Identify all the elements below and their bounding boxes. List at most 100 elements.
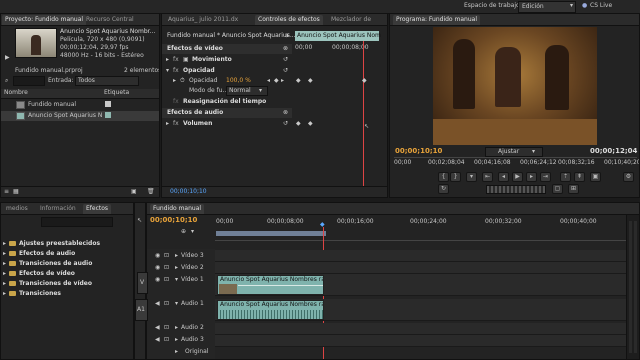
reset-icon[interactable]: ↺ xyxy=(283,120,288,128)
speaker-icon[interactable]: ◀ xyxy=(155,324,160,332)
opacity-rubberband[interactable] xyxy=(238,285,323,286)
reset-icon[interactable]: ↺ xyxy=(283,67,288,75)
collapse-icon[interactable]: ⊗ xyxy=(283,45,288,53)
expand-triangle-icon[interactable]: ▸ xyxy=(3,270,6,278)
tab-media[interactable]: medios xyxy=(3,204,31,214)
effects-folder[interactable]: ▸ Transiciones de vídeo xyxy=(1,279,133,289)
list-item[interactable]: Anuncio Spot Aquarius N xyxy=(1,111,159,121)
output-icon[interactable]: ⊞ xyxy=(568,184,579,194)
lift-icon[interactable]: ⇡ xyxy=(560,172,571,182)
timeline-arrow-icon[interactable]: ⏵ xyxy=(286,32,289,40)
ec-opacidad-prop-row[interactable]: ▸ ⏱ Opacidad 100,0 % ◂ ◆ ▸ ◆ ◆ ◆ xyxy=(162,76,387,86)
ec-timecode[interactable]: 00;00;10;10 xyxy=(170,188,207,196)
go-out-icon[interactable]: ⇥ xyxy=(540,172,551,182)
tab-effect-controls[interactable]: Controles de efectos xyxy=(255,15,323,25)
speaker-icon[interactable]: ◀ xyxy=(155,336,160,344)
fx-toggle-icon[interactable]: fx xyxy=(173,98,179,106)
marker-icon[interactable]: ▾ xyxy=(466,172,477,182)
ec-volumen-row[interactable]: ▸ fx Volumen ↺ ◆ ◆ xyxy=(162,119,387,129)
list-item[interactable]: Fundido manual xyxy=(1,100,159,110)
eye-icon[interactable]: ◉ xyxy=(155,276,160,284)
effects-folder[interactable]: ▸ Transiciones de audio xyxy=(1,259,133,269)
icon-view-icon[interactable]: ▦ xyxy=(13,188,19,196)
lock-icon[interactable]: ⊡ xyxy=(164,324,169,332)
keyframe-icon[interactable]: ◆ xyxy=(296,77,301,85)
trash-icon[interactable]: 🗑 xyxy=(147,188,155,196)
column-label[interactable]: Etiqueta xyxy=(104,89,129,97)
expand-triangle-icon[interactable]: ▸ xyxy=(3,250,6,258)
effects-folder[interactable]: ▸ Transiciones xyxy=(1,289,133,299)
eye-icon[interactable]: ◉ xyxy=(155,264,160,272)
jog-shuttle[interactable] xyxy=(486,185,546,194)
keyframe-icon[interactable]: ◆ xyxy=(296,120,301,128)
fit-select[interactable]: Ajustar ▾ xyxy=(485,147,543,157)
effects-search-input[interactable] xyxy=(41,217,113,227)
fx-toggle-icon[interactable]: fx xyxy=(173,56,179,64)
selection-tool-icon[interactable]: ↖ xyxy=(137,217,142,225)
export-frame-icon[interactable]: ▣ xyxy=(590,172,601,182)
opacidad-value[interactable]: 100,0 % xyxy=(226,77,251,85)
track-header-video1[interactable]: ◉ ⊡ ▾ Vídeo 1 xyxy=(147,275,215,295)
expand-triangle-icon[interactable]: ▸ xyxy=(3,290,6,298)
ec-opacidad-row[interactable]: ▾ fx Opacidad ↺ xyxy=(162,66,292,76)
cs-live-icon[interactable]: ● xyxy=(582,2,587,10)
expand-triangle-icon[interactable]: ▸ xyxy=(175,348,178,356)
tab-timeline[interactable]: Fundido manual xyxy=(150,204,205,214)
workspace-select[interactable]: Edición ▾ xyxy=(518,1,576,13)
tab-source[interactable]: Aquarius_ julio 2011.dx xyxy=(165,15,241,25)
new-item-icon[interactable]: ▣ xyxy=(131,188,137,196)
expand-triangle-icon[interactable]: ▾ xyxy=(175,300,178,308)
add-keyframe-icon[interactable]: ◆ xyxy=(274,77,279,85)
playhead-handle-icon[interactable]: ◆ xyxy=(320,221,325,229)
expand-triangle-icon[interactable]: ▸ xyxy=(3,260,6,268)
expand-triangle-icon[interactable]: ▾ xyxy=(166,67,169,75)
tab-resource-central[interactable]: Recurso Central xyxy=(83,15,137,25)
track-header-audio1[interactable]: ◀ ⊡ ▾ Audio 1 xyxy=(147,299,215,319)
fx-toggle-icon[interactable]: fx xyxy=(173,67,179,75)
step-back-icon[interactable]: ◂ xyxy=(498,172,509,182)
fx-toggle-icon[interactable]: fx xyxy=(173,120,179,128)
tab-program[interactable]: Programa: Fundido manual xyxy=(393,15,480,25)
stopwatch-icon[interactable]: ⏱ xyxy=(180,77,185,85)
lock-icon[interactable]: ⊡ xyxy=(164,276,169,284)
expand-triangle-icon[interactable]: ▸ xyxy=(175,324,178,332)
step-forward-icon[interactable]: ▸ xyxy=(526,172,537,182)
expand-triangle-icon[interactable]: ▾ xyxy=(175,276,178,284)
effects-folder[interactable]: ▸ Efectos de vídeo xyxy=(1,269,133,279)
expand-triangle-icon[interactable]: ▸ xyxy=(175,264,178,272)
track-lane-video3[interactable] xyxy=(215,250,627,262)
cs-live-label[interactable]: CS Live xyxy=(590,2,612,10)
lock-icon[interactable]: ⊡ xyxy=(164,264,169,272)
keyframe-icon[interactable]: ◆ xyxy=(362,77,367,85)
effects-folder[interactable]: ▸ Efectos de audio xyxy=(1,249,133,259)
tab-effects[interactable]: Efectos xyxy=(83,204,112,214)
tab-mixer[interactable]: Mezclador de xyxy=(328,15,374,25)
column-name[interactable]: Nombre xyxy=(4,89,28,97)
lock-icon[interactable]: ⊡ xyxy=(164,300,169,308)
keyframe-icon[interactable]: ◆ xyxy=(308,77,313,85)
effects-folder[interactable]: ▸ Ajustes preestablecidos xyxy=(1,239,133,249)
track-header-video2[interactable]: ◉ ⊡ ▸ Vídeo 2 xyxy=(147,263,215,273)
play-icon[interactable]: ▶ xyxy=(5,54,10,62)
expand-triangle-icon[interactable]: ▸ xyxy=(173,77,176,85)
snap-icon[interactable]: ⊕ xyxy=(181,228,186,236)
eye-icon[interactable]: ◉ xyxy=(155,252,160,260)
expand-triangle-icon[interactable]: ▸ xyxy=(175,252,178,260)
reset-icon[interactable]: ↺ xyxy=(283,56,288,64)
audio-patch-indicator[interactable]: A1 xyxy=(135,299,148,321)
ec-playhead[interactable] xyxy=(363,41,364,191)
lock-icon[interactable]: ⊡ xyxy=(164,336,169,344)
expand-triangle-icon[interactable]: ▸ xyxy=(3,240,6,248)
track-lane-audio2[interactable] xyxy=(215,323,627,335)
track-header-video3[interactable]: ◉ ⊡ ▸ Vídeo 3 xyxy=(147,251,215,261)
timeline-ruler[interactable]: 00;00 00;00;08;00 00;00;16;00 00;00;24;0… xyxy=(215,216,627,241)
expand-triangle-icon[interactable]: ▸ xyxy=(166,56,169,64)
track-lane-video2[interactable] xyxy=(215,262,627,274)
settings-icon[interactable]: ⚙ xyxy=(623,172,634,182)
track-header-audio2[interactable]: ◀ ⊡ ▸ Audio 2 xyxy=(147,323,215,333)
work-area-bar[interactable] xyxy=(215,230,327,237)
lock-icon[interactable]: ⊡ xyxy=(164,252,169,260)
expand-triangle-icon[interactable]: ▸ xyxy=(166,120,169,128)
program-current-time[interactable]: 00;00;10;10 xyxy=(395,147,442,155)
search-icon[interactable]: ⌕ xyxy=(5,77,8,85)
